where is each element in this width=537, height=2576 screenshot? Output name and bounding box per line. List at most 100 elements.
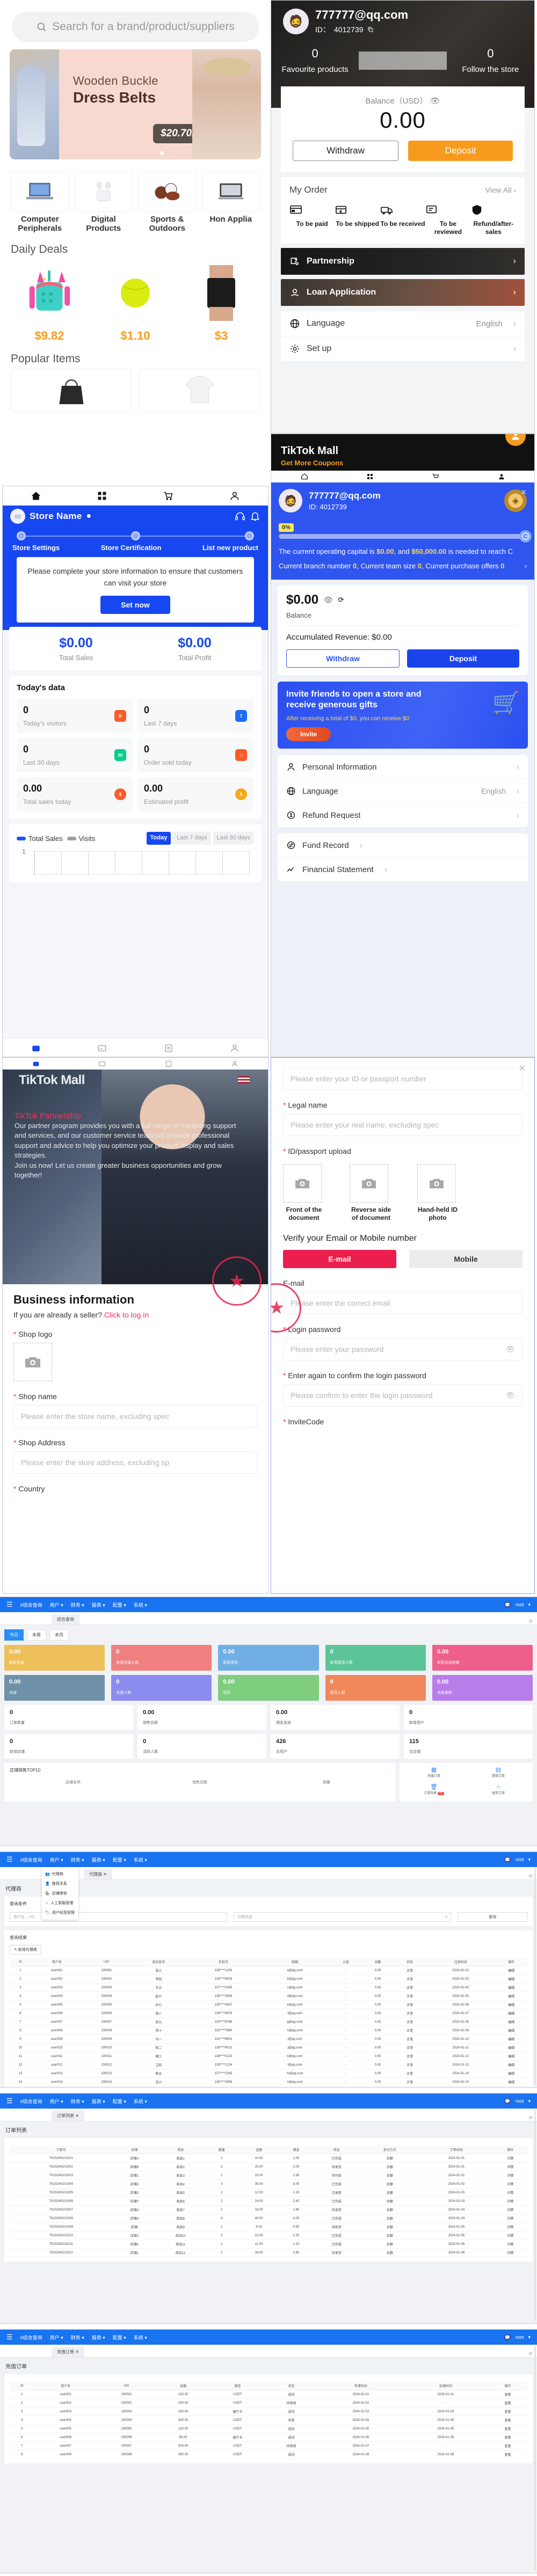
nav-config[interactable]: 配置 ▾	[113, 2334, 126, 2341]
scrollbar[interactable]	[534, 1868, 536, 2085]
deal-item[interactable]: ★ $9.82	[8, 259, 91, 343]
deal-item[interactable]: $1.10	[93, 259, 177, 343]
table-row[interactable]: 5 user005 100005 孙七 135****4567 e@qq.com -0.00…	[10, 2000, 527, 2009]
tab-mobile[interactable]: Mobile	[409, 1250, 523, 1268]
invite-banner[interactable]: Invite friends to open a store and recei…	[278, 681, 528, 749]
cart-icon[interactable]	[163, 491, 173, 501]
messages-icon[interactable]: 💬	[503, 1856, 511, 1863]
products-tab-icon[interactable]	[165, 1060, 172, 1067]
admin-user-name[interactable]: root	[516, 2098, 524, 2104]
add-agent-button[interactable]: ✎ 新增代理商	[10, 1945, 41, 1955]
deposit-button[interactable]: Deposit	[407, 649, 519, 668]
table-row[interactable]: 1 user001 100001 100.00 USDT 成功 2024-01-01 2024…	[10, 2390, 527, 2399]
order-status-to-be-paid[interactable]: To be paid	[289, 204, 335, 236]
dropdown-item-tags[interactable]: 🏷 用户标签管理	[42, 1908, 78, 1918]
range-tab-last30[interactable]: Last 30 days	[213, 832, 254, 845]
close-icon[interactable]: ✕	[75, 2113, 79, 2118]
partnership-promo-banner[interactable]: Partnership ›	[281, 248, 525, 275]
login-link[interactable]: Click to log in	[104, 1311, 149, 1319]
invite-button[interactable]: Invite	[286, 727, 331, 742]
nav-reports[interactable]: 报表 ▾	[92, 1856, 105, 1863]
eye-icon[interactable]: 👁	[430, 97, 440, 106]
table-row[interactable]: 8 user008 100008 郑十 132****7890 h@qq.com -0.00…	[10, 2026, 527, 2035]
legal-name-input[interactable]: Please enter your real name, excluding s…	[283, 1114, 523, 1136]
home-icon[interactable]	[301, 473, 308, 480]
nav-users[interactable]: 用户 ▾	[50, 1856, 63, 1863]
white-shirt-icon[interactable]	[139, 368, 260, 412]
nav-config[interactable]: 配置 ▾	[113, 1601, 126, 1608]
table-row[interactable]: 5 user005 100005 120.00 USDT 成功 2024-01-05 2024…	[10, 2424, 527, 2433]
upload-box[interactable]	[283, 1164, 322, 1203]
order-status-to-be-received[interactable]: To be received	[380, 204, 425, 236]
messages-icon[interactable]: 💬	[503, 1601, 511, 1608]
stat-tile[interactable]: 0.00 Total sales today $	[17, 777, 133, 812]
nav-users[interactable]: 用户 ▾	[50, 1601, 63, 1608]
table-row[interactable]: 8 user008 100008 260.00 USDT 成功 2024-01-08 2024…	[10, 2450, 527, 2459]
us-flag-icon[interactable]	[238, 1076, 250, 1084]
nav-system[interactable]: 系统 ▾	[134, 1856, 147, 1863]
email-input[interactable]: Please enter the correct email	[283, 1292, 523, 1314]
upload-reverse[interactable]: Reverse side of document	[350, 1160, 393, 1222]
id-number-input[interactable]: Please enter your ID or passport number	[283, 1067, 523, 1090]
store-tab-icon[interactable]	[31, 1043, 41, 1053]
set-now-button[interactable]: Set now	[100, 596, 170, 614]
nav-users[interactable]: 用户 ▾	[50, 2334, 63, 2341]
table-row[interactable]: TK20240101008 店铺H 商品8 4 40.00 4.00 已完成 余额 2024-0…	[10, 2214, 527, 2223]
profile-icon[interactable]	[229, 491, 240, 501]
category-item[interactable]: Sports & Outdoors	[138, 171, 197, 233]
shop-name-input[interactable]: Please enter the store name, excluding s…	[13, 1405, 257, 1428]
category-icon[interactable]	[97, 491, 107, 501]
category-item[interactable]: Computer Peripherals	[11, 171, 69, 233]
dropdown-item-store-review[interactable]: 🏪 店铺审核	[42, 1889, 78, 1898]
table-row[interactable]: 2 user002 100002 李四 139****5678 b@qq.com -0.00…	[10, 1974, 527, 1984]
range-tab-last7[interactable]: Last 7 days	[173, 832, 211, 845]
table-row[interactable]: TK20240101004 店铺D 商品4 3 30.00 3.00 已完成 余额 2024-0…	[10, 2179, 527, 2189]
get-coupons-link[interactable]: Get More Coupons	[281, 459, 534, 467]
menu-item-setup[interactable]: Set up ›	[281, 336, 525, 361]
tab-orders[interactable]: 订单列表 ✕	[52, 2111, 84, 2121]
upload-handheld[interactable]: Hand-held ID photo	[417, 1160, 458, 1222]
messages-icon[interactable]: 💬	[503, 2097, 511, 2105]
eye-off-icon[interactable]: 👁	[505, 1345, 515, 1354]
table-row[interactable]: TK20240101003 店铺C 商品3 1 15.00 1.50 待付款 余额 2024-0…	[10, 2171, 527, 2180]
table-row[interactable]: 12 user012 100012 卫四 139****1234 l@qq.com -0.0…	[10, 2060, 527, 2069]
shortcut-order-list[interactable]: 🗑 订单列表 60	[403, 1783, 465, 1798]
range-today[interactable]: 今日	[4, 1629, 24, 1641]
cart-icon[interactable]	[432, 473, 439, 480]
view-all-link[interactable]: View All ›	[485, 186, 516, 194]
confirm-password-input[interactable]: Please confirm to enter the login passwo…	[283, 1384, 523, 1407]
stat-tile[interactable]: 0 Order sold today ::	[137, 738, 253, 773]
login-password-input[interactable]: Please enter your password 👁	[283, 1338, 523, 1360]
table-row[interactable]: 11 user011 100011 褚三 138****0123 k@qq.com -0.0…	[10, 2052, 527, 2061]
menu-item-financial-statement[interactable]: Financial Statement ›	[278, 858, 528, 881]
headset-icon[interactable]	[235, 511, 245, 522]
menu-item-language[interactable]: Language English ›	[281, 311, 525, 336]
table-row[interactable]: TK20240101011 店铺K 商品11 1 11.00 1.10 已完成 余额 2024-…	[10, 2240, 527, 2249]
table-row[interactable]: 10 user010 100010 陈二 130****9012 j@qq.com -0.0…	[10, 2043, 527, 2052]
shop-logo-upload[interactable]	[13, 1343, 52, 1381]
nav-system[interactable]: 系统 ▾	[134, 1601, 147, 1608]
nav-finance[interactable]: 财务 ▾	[71, 1601, 84, 1608]
eye-icon[interactable]: 👁	[324, 596, 333, 604]
home-icon[interactable]	[31, 491, 41, 501]
nav-reports[interactable]: 报表 ▾	[92, 2334, 105, 2341]
table-row[interactable]: TK20240101010 店铺J 商品10 2 22.00 2.20 已完成 余额 2024-…	[10, 2231, 527, 2240]
table-row[interactable]: 6 user006 100006 80.00 银行卡 成功 2024-01-06 2024-0…	[10, 2433, 527, 2442]
deal-item[interactable]: $3	[179, 259, 263, 343]
table-row[interactable]: 9 user009 100009 冯一 131****8901 i@qq.com -0.00…	[10, 2035, 527, 2044]
range-tab-today[interactable]: Today	[146, 832, 171, 845]
table-row[interactable]: 7 user007 100007 吴九 133****6789 g@qq.com -0.00…	[10, 2017, 527, 2026]
category-icon[interactable]	[367, 473, 373, 480]
products-tab-icon[interactable]	[164, 1043, 173, 1053]
orders-tab-icon[interactable]	[97, 1043, 107, 1053]
table-row[interactable]: TK20240101007 店铺G 商品7 1 18.00 1.80 待发货 余额 2024-0…	[10, 2205, 527, 2214]
close-icon[interactable]: ✕	[75, 2350, 79, 2354]
eye-off-icon[interactable]: 👁	[505, 1391, 515, 1400]
search-button[interactable]: 查询	[458, 1912, 527, 1922]
favourite-products-stat[interactable]: 0 Favourite products	[271, 47, 359, 74]
menu-toggle-icon[interactable]: ☰	[6, 2333, 13, 2341]
hero-banner[interactable]: Wooden Buckle Dress Belts $20.70/unit	[10, 49, 261, 159]
step-dot[interactable]	[245, 531, 254, 540]
dropdown-item-support[interactable]: ☆ 人工客服管理	[42, 1898, 78, 1908]
menu-item-personal-information[interactable]: Personal Information ›	[278, 755, 528, 780]
